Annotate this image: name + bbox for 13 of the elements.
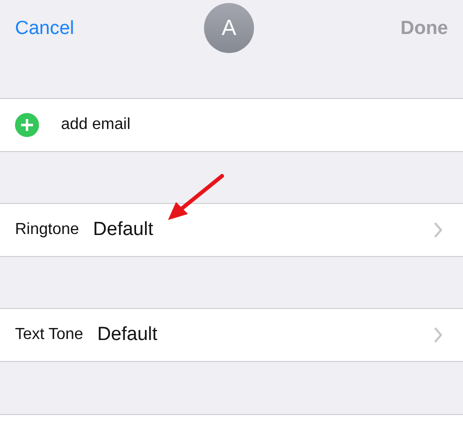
row-label: Ringtone xyxy=(15,221,80,239)
row-label: add email xyxy=(61,116,130,134)
chevron-icon xyxy=(433,327,443,343)
settings-row[interactable]: Text Tone Default xyxy=(0,308,463,362)
chevron-icon xyxy=(433,222,443,238)
row-label: Text Tone xyxy=(15,326,84,344)
row-value: Default xyxy=(93,219,154,241)
row-value: Default xyxy=(97,324,158,346)
annotation-arrow xyxy=(166,174,224,222)
add-icon[interactable] xyxy=(15,113,39,137)
avatar: A xyxy=(204,3,254,53)
add-email-row[interactable]: add email xyxy=(0,98,463,152)
settings-row[interactable]: Ringtone Default xyxy=(0,203,463,257)
